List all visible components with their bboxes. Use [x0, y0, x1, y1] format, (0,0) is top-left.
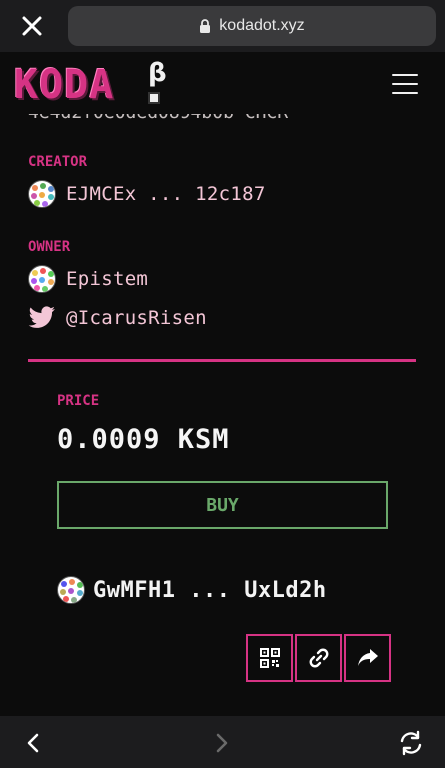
- lock-icon: [200, 19, 211, 33]
- hamburger-menu-icon[interactable]: [392, 74, 418, 94]
- twitter-handle: @IcarusRisen: [66, 307, 207, 329]
- reload-icon[interactable]: [396, 728, 426, 758]
- browser-top-bar: kodadot.xyz: [0, 0, 445, 52]
- creator-row[interactable]: EJMCEx ... 12c187: [28, 180, 266, 208]
- creator-avatar: [28, 180, 56, 208]
- chevron-left-icon[interactable]: [18, 728, 48, 758]
- buy-button[interactable]: BUY: [57, 481, 388, 529]
- kodadot-logo[interactable]: KODA β: [14, 58, 174, 110]
- url-text: kodadot.xyz: [219, 17, 305, 34]
- site-header: KODA β: [0, 52, 445, 116]
- owner-name: Epistem: [66, 268, 149, 290]
- owner-row[interactable]: Epistem: [28, 265, 148, 293]
- owner-avatar: [28, 265, 56, 293]
- link-icon: [309, 648, 328, 668]
- logo-beta: β: [148, 58, 167, 88]
- owner-label: OWNER: [28, 239, 71, 255]
- browser-bottom-bar: [0, 716, 445, 768]
- twitter-icon: [28, 306, 55, 328]
- owner-twitter-row[interactable]: @IcarusRisen: [28, 306, 207, 330]
- creator-address: EJMCEx ... 12c187: [66, 183, 266, 205]
- address-bar[interactable]: kodadot.xyz: [68, 6, 436, 46]
- share-button[interactable]: [344, 634, 391, 682]
- chevron-right-icon[interactable]: [207, 728, 237, 758]
- close-icon[interactable]: [14, 10, 50, 42]
- holder-avatar: [57, 576, 85, 604]
- logo-text: KODA: [14, 62, 115, 108]
- creator-label: CREATOR: [28, 154, 88, 170]
- holder-address: GwMFH1 ... UxLd2h: [93, 577, 327, 603]
- holder-row[interactable]: GwMFH1 ... UxLd2h: [57, 576, 327, 604]
- qr-code-button[interactable]: [246, 634, 293, 682]
- copy-link-button[interactable]: [295, 634, 342, 682]
- section-divider: [28, 359, 416, 362]
- price-label: PRICE: [57, 393, 100, 409]
- qr-code-icon: [259, 648, 280, 668]
- logo-badge-icon: [148, 92, 160, 104]
- price-value: 0.0009 KSM: [57, 424, 230, 455]
- share-icon: [357, 649, 378, 666]
- action-buttons: [246, 634, 391, 682]
